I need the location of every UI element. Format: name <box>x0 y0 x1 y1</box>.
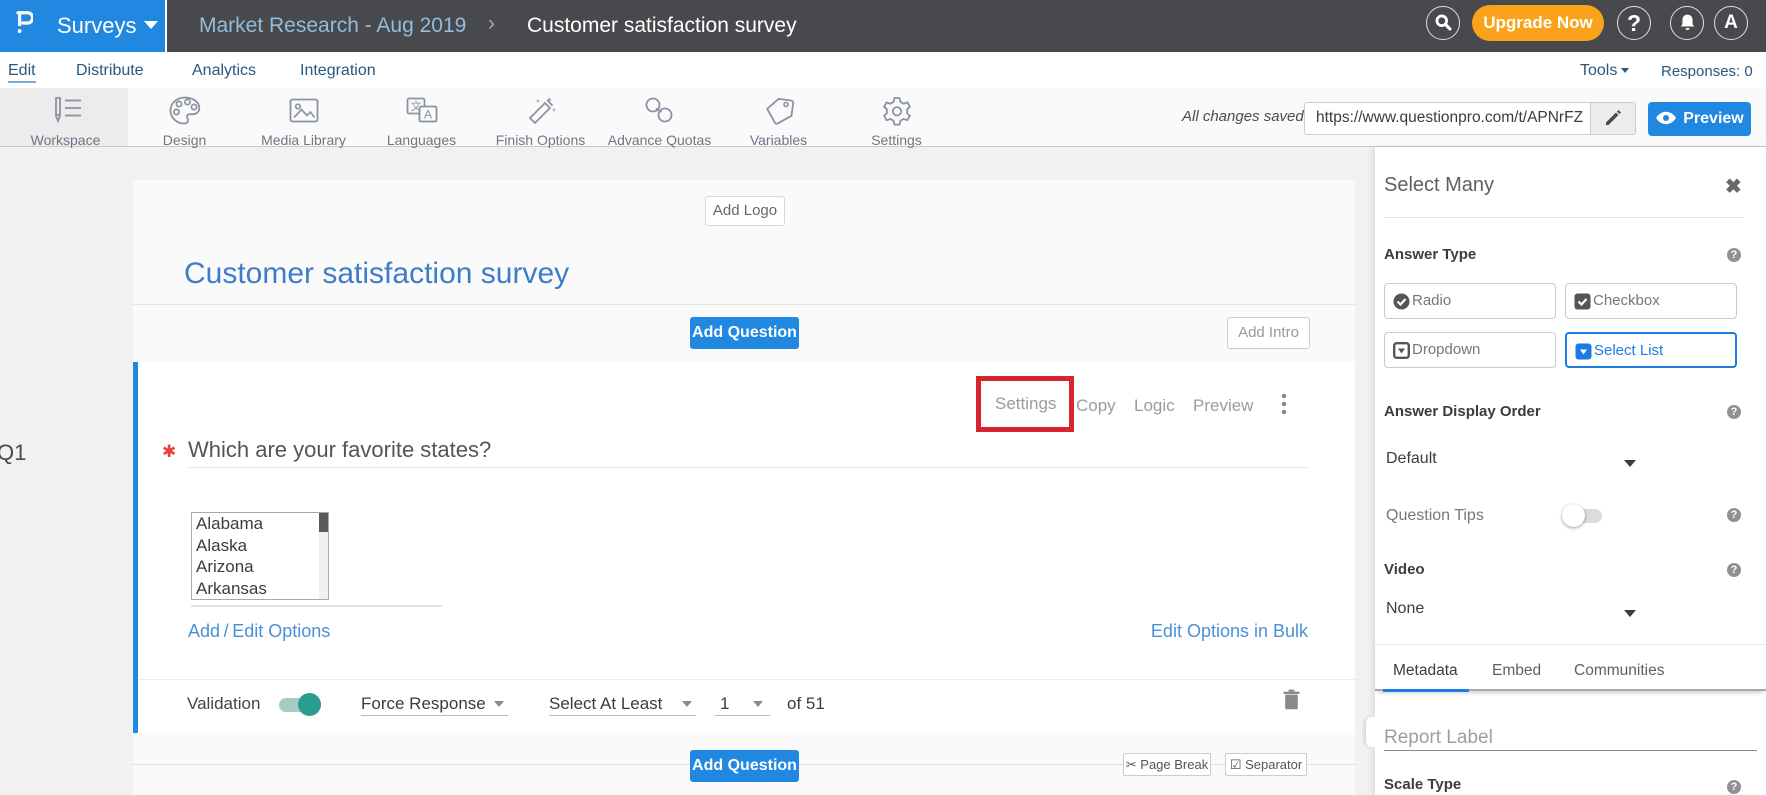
svg-text:文: 文 <box>410 99 421 113</box>
svg-text:A: A <box>423 108 431 122</box>
